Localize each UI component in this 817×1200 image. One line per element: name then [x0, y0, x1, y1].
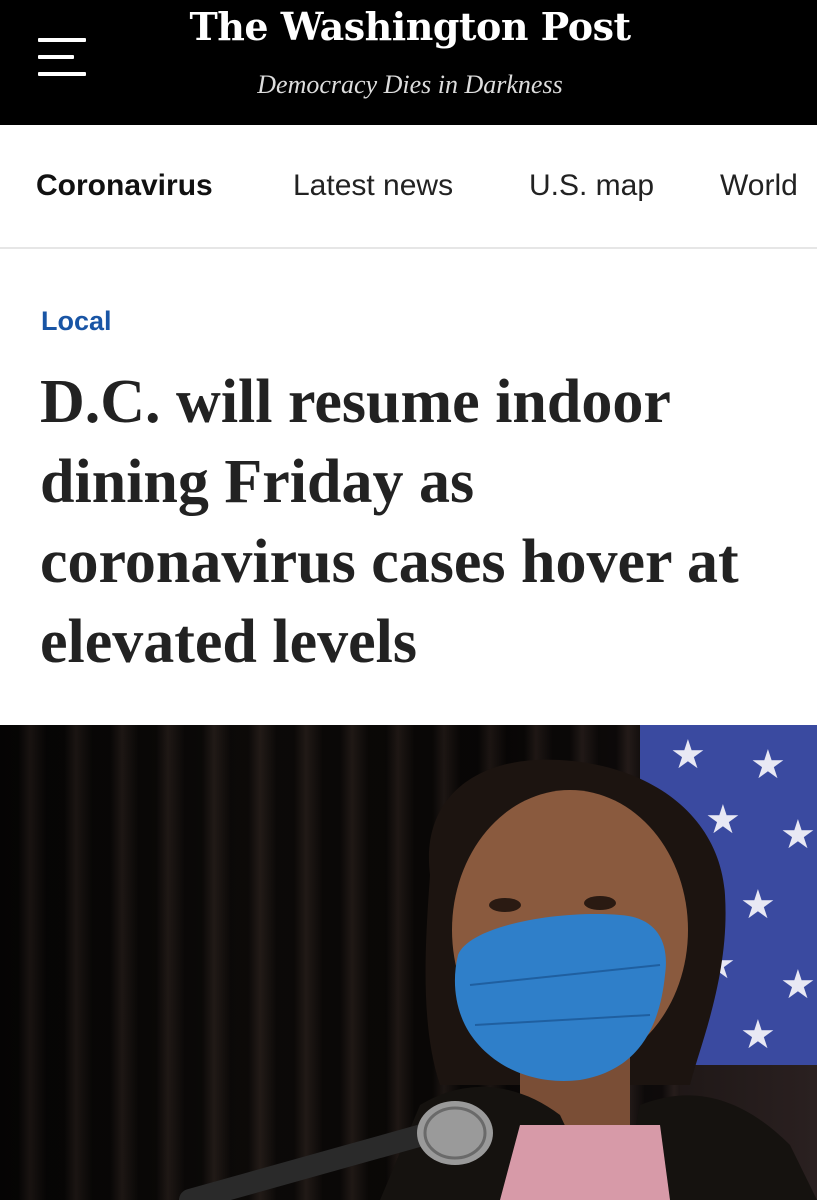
speaker-illustration: [179, 759, 817, 1200]
section-kicker[interactable]: Local: [41, 306, 112, 337]
nav-item-us-map[interactable]: U.S. map: [529, 169, 654, 203]
masthead: The Washington Post Democracy Dies in Da…: [0, 0, 817, 125]
site-logo[interactable]: The Washington Post: [180, 4, 640, 49]
nav-item-coronavirus[interactable]: Coronavirus: [36, 169, 213, 203]
site-tagline: Democracy Dies in Darkness: [257, 70, 563, 99]
hamburger-menu-icon[interactable]: [38, 38, 86, 76]
section-nav: Coronavirus Latest news U.S. map World: [0, 125, 817, 249]
article-headline: D.C. will resume indoor dining Friday as…: [40, 368, 739, 676]
lead-photo: ★ ★ ★ ★ ★ ★ ★ ★ ★: [0, 725, 817, 1200]
nav-item-world[interactable]: World: [720, 169, 798, 203]
nav-item-latest-news[interactable]: Latest news: [293, 169, 453, 203]
